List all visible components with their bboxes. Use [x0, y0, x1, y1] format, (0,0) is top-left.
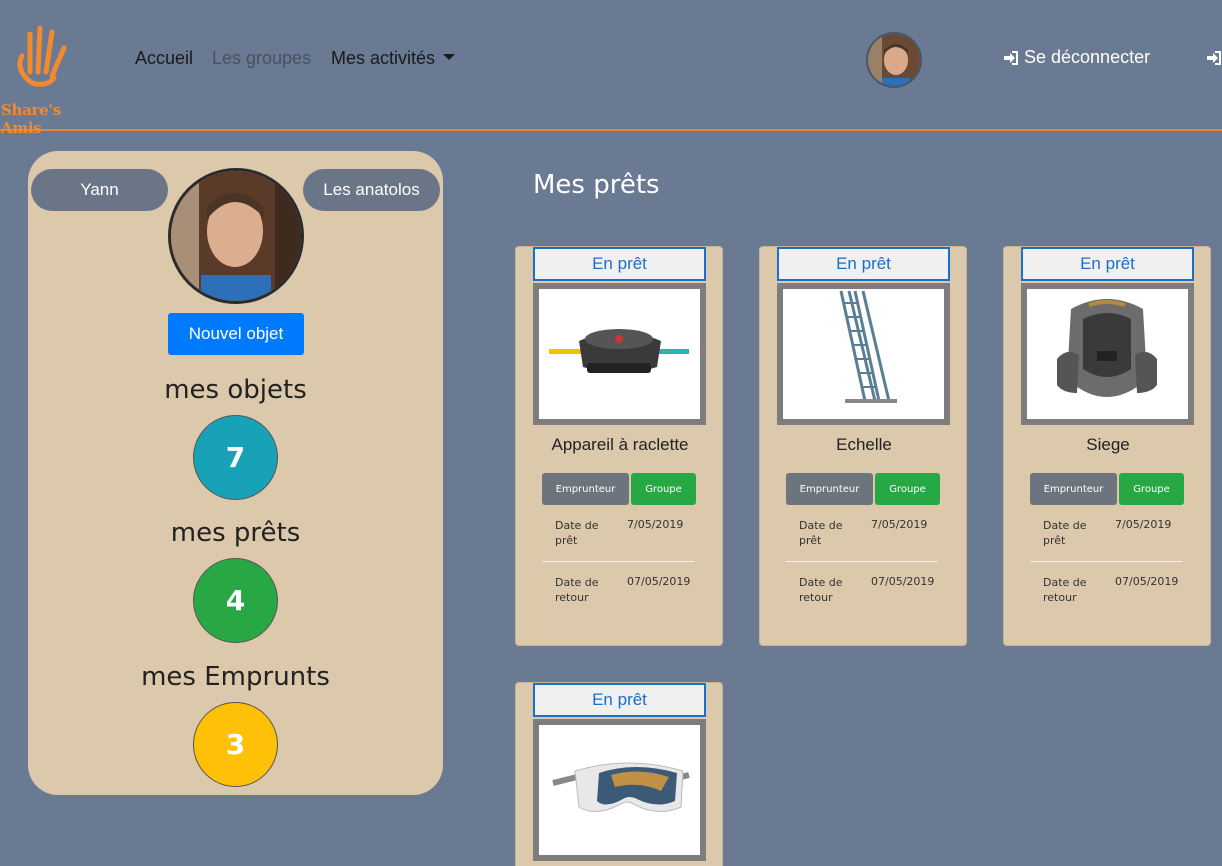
- loan-date-value: 7/05/2019: [871, 518, 928, 531]
- divider: [786, 561, 938, 562]
- item-photo-frame[interactable]: [777, 283, 950, 425]
- nav-activities-label: Mes activités: [331, 48, 436, 68]
- status-badge: En prêt: [533, 683, 706, 717]
- group-button[interactable]: Groupe: [1119, 473, 1184, 505]
- new-object-button[interactable]: Nouvel objet: [168, 313, 304, 355]
- loan-date-value: 7/05/2019: [1115, 518, 1172, 531]
- return-date-label: Date de retour: [799, 576, 843, 604]
- user-name-badge[interactable]: Yann: [31, 169, 168, 211]
- loan-card: En prêt Appareil à raclette Emprunteur G…: [515, 246, 723, 646]
- ski-goggles-image: [552, 762, 690, 812]
- hand-logo-icon: [17, 25, 67, 87]
- raclette-grill-image: [549, 329, 689, 373]
- loan-card: En prêt Siege Emprunteur Groupe Date de …: [1003, 246, 1211, 646]
- loan-date-label: Date de prêt: [799, 519, 843, 547]
- item-title[interactable]: Appareil à raclette: [516, 435, 724, 455]
- group-button[interactable]: Groupe: [631, 473, 696, 505]
- group-button[interactable]: Groupe: [875, 473, 940, 505]
- loan-card: En prêt: [515, 682, 723, 866]
- logout-label: Se déconnecter: [1024, 47, 1151, 67]
- logout-link[interactable]: Se déconnecter: [1003, 47, 1150, 68]
- status-badge: En prêt: [533, 247, 706, 281]
- divider: [1030, 561, 1182, 562]
- loan-date-label: Date de prêt: [1043, 519, 1087, 547]
- brand-logo[interactable]: Share's Amis: [0, 22, 106, 137]
- objects-count-badge[interactable]: 7: [193, 415, 278, 500]
- loan-date-value: 7/05/2019: [627, 518, 684, 531]
- return-date-value: 07/05/2019: [1115, 575, 1179, 588]
- loans-label: mes prêts: [170, 518, 301, 548]
- page-title: Mes prêts: [533, 170, 660, 200]
- ladder-image: [839, 290, 897, 403]
- return-date-label: Date de retour: [1043, 576, 1087, 604]
- return-date-label: Date de retour: [555, 576, 599, 604]
- status-badge: En prêt: [777, 247, 950, 281]
- nav-home[interactable]: Accueil: [135, 48, 193, 69]
- divider: [542, 561, 694, 562]
- item-title[interactable]: Siege: [1004, 435, 1212, 455]
- item-photo-frame[interactable]: [1021, 283, 1194, 425]
- status-badge: En prêt: [1021, 247, 1194, 281]
- user-group-badge[interactable]: Les anatolos: [303, 169, 440, 211]
- user-photo: [868, 34, 920, 86]
- profile-photo: [171, 171, 301, 301]
- nav-activities-dropdown[interactable]: Mes activités: [331, 48, 456, 69]
- return-date-value: 07/05/2019: [871, 575, 935, 588]
- return-date-value: 07/05/2019: [627, 575, 691, 588]
- chevron-down-icon: [443, 54, 456, 61]
- borrowings-label: mes Emprunts: [141, 662, 330, 692]
- nav-groups[interactable]: Les groupes: [212, 48, 311, 69]
- borrower-button[interactable]: Emprunteur: [542, 473, 629, 505]
- sign-in-icon: [1004, 50, 1018, 65]
- objects-label: mes objets: [164, 375, 307, 405]
- sign-in-icon[interactable]: [1206, 50, 1222, 70]
- borrower-button[interactable]: Emprunteur: [786, 473, 873, 505]
- item-photo-frame[interactable]: [533, 283, 706, 425]
- item-photo-frame[interactable]: [533, 719, 706, 861]
- item-title[interactable]: Echelle: [760, 435, 968, 455]
- loan-card: En prêt: [759, 246, 967, 646]
- profile-avatar: [168, 168, 304, 304]
- loans-count-badge[interactable]: 4: [193, 558, 278, 643]
- borrower-button[interactable]: Emprunteur: [1030, 473, 1117, 505]
- borrowings-count-badge[interactable]: 3: [193, 702, 278, 787]
- brand-name: Share's Amis: [1, 101, 61, 137]
- profile-card: Yann Les anatolos Nouvel objet mes objet…: [28, 151, 443, 795]
- car-seat-image: [1057, 299, 1157, 397]
- user-avatar[interactable]: [866, 32, 922, 88]
- navbar: Share's Amis Accueil Les groupes Mes act…: [0, 0, 1222, 137]
- loan-date-label: Date de prêt: [555, 519, 599, 547]
